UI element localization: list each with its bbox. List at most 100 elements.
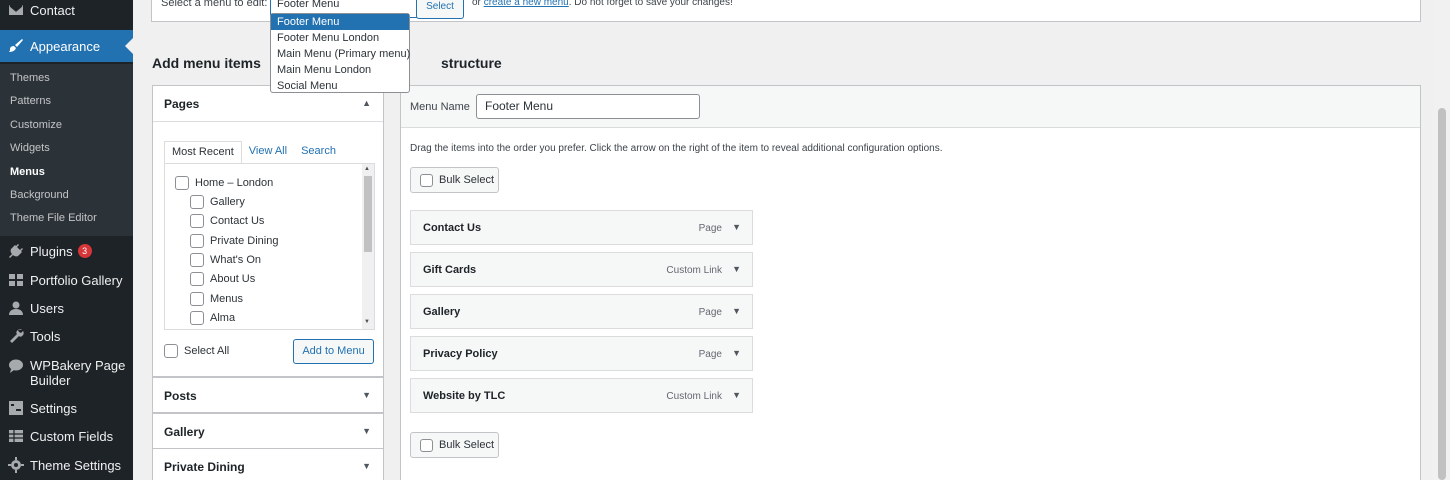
wpbakery-line-1: WPBakery Page [30, 358, 126, 373]
menu-item[interactable]: Gallery Page ▼ [410, 294, 753, 329]
expand-arrow-icon[interactable]: ▼ [732, 264, 741, 274]
wrench-icon [8, 328, 24, 344]
page-label: About Us [210, 273, 256, 285]
checkbox[interactable] [164, 344, 178, 358]
submenu-background[interactable]: Background [10, 189, 69, 201]
accordion-title: Posts [164, 389, 197, 403]
accordion-private-dining[interactable]: Private Dining ▼ [152, 448, 384, 480]
page-item[interactable]: What's On [190, 253, 261, 267]
accordion-posts[interactable]: Posts ▼ [152, 377, 384, 413]
menu-item-type: Custom Link [666, 391, 722, 402]
submenu-themes[interactable]: Themes [10, 72, 50, 84]
expand-arrow-icon[interactable]: ▼ [732, 222, 741, 232]
select-button[interactable]: Select [416, 0, 464, 19]
option-main-menu-london[interactable]: Main Menu London [271, 62, 409, 78]
menu-name-label: Menu Name [410, 101, 470, 113]
sidebar-item-settings[interactable]: Settings [0, 394, 133, 422]
checklist-scrollbar[interactable]: ▲ ▼ [362, 164, 374, 329]
option-main-menu[interactable]: Main Menu (Primary menu) [271, 46, 410, 62]
page-item[interactable]: Gallery [190, 195, 245, 209]
option-social-menu[interactable]: Social Menu [271, 78, 409, 94]
create-menu-text: or create a new menu. Do not forget to s… [472, 0, 733, 8]
pages-checklist: Home – London Gallery Contact Us Private… [164, 163, 375, 330]
checkbox[interactable] [420, 173, 433, 187]
expand-arrow-icon[interactable]: ▼ [732, 306, 741, 316]
menu-item[interactable]: Contact Us Page ▼ [410, 210, 753, 245]
create-new-menu-link[interactable]: create a new menu [484, 0, 569, 8]
menu-name-input[interactable]: Footer Menu [476, 94, 700, 119]
settings-sliders-icon [8, 400, 24, 416]
page-item[interactable]: Contact Us [190, 214, 264, 228]
checkbox[interactable] [190, 234, 204, 248]
menu-select-options: Footer Menu Footer Menu London Main Menu… [270, 13, 410, 93]
tab-most-recent[interactable]: Most Recent [164, 141, 242, 164]
sidebar-item-portfolio-gallery[interactable]: Portfolio Gallery [0, 266, 133, 294]
sidebar-item-theme-settings[interactable]: Theme Settings [0, 451, 133, 479]
checkbox[interactable] [190, 272, 204, 286]
checkbox[interactable] [190, 311, 204, 325]
sidebar-item-users[interactable]: Users [0, 294, 133, 322]
page-scrollbar-thumb[interactable] [1438, 108, 1446, 480]
page-label: Gallery [210, 196, 245, 208]
submenu-customize[interactable]: Customize [10, 119, 62, 131]
current-menu-arrow [125, 38, 133, 54]
bulk-select-top[interactable]: Bulk Select [410, 167, 499, 193]
page-item[interactable]: Home – London [175, 176, 273, 190]
tab-view-all[interactable]: View All [242, 141, 294, 164]
checkbox[interactable] [420, 438, 433, 452]
menu-item[interactable]: Privacy Policy Page ▼ [410, 336, 753, 371]
checkbox[interactable] [190, 214, 204, 228]
submenu-theme-file-editor[interactable]: Theme File Editor [10, 212, 97, 224]
menu-structure-heading: structure [441, 55, 502, 71]
select-all-checkbox[interactable]: Select All [164, 344, 229, 358]
envelope-icon [8, 2, 24, 18]
expand-arrow-icon[interactable]: ▼ [732, 390, 741, 400]
sidebar-item-plugins[interactable]: Plugins 3 [0, 237, 133, 265]
scroll-up-icon[interactable]: ▲ [364, 166, 370, 172]
scrollbar-thumb[interactable] [364, 176, 372, 252]
page-item[interactable]: About Us [190, 272, 255, 286]
expand-arrow-icon: ▼ [362, 461, 371, 471]
page-scrollbar[interactable] [1433, 0, 1450, 480]
scroll-down-icon[interactable]: ▼ [364, 319, 370, 325]
expand-arrow-icon[interactable]: ▼ [732, 348, 741, 358]
tab-search[interactable]: Search [294, 141, 343, 164]
checkbox[interactable] [190, 253, 204, 267]
sidebar-item-wpbakery[interactable]: WPBakery Page Builder [0, 351, 133, 391]
checkbox[interactable] [190, 292, 204, 306]
drag-instructions: Drag the items into the order you prefer… [410, 143, 943, 154]
menu-item[interactable]: Gift Cards Custom Link ▼ [410, 252, 753, 287]
menu-select-value: Footer Menu [277, 0, 340, 10]
accordion-gallery[interactable]: Gallery ▼ [152, 413, 384, 449]
submenu-widgets[interactable]: Widgets [10, 142, 50, 154]
sidebar-item-contact[interactable]: Contact [0, 0, 133, 24]
table-icon [8, 428, 24, 444]
checkbox[interactable] [190, 195, 204, 209]
sidebar-item-appearance[interactable]: Appearance [0, 30, 133, 62]
page-label: Home – London [195, 177, 274, 189]
sidebar-label-wpbakery: WPBakery Page Builder [30, 358, 125, 388]
page-label: Private Dining [210, 235, 279, 247]
plugins-update-badge: 3 [77, 244, 92, 258]
submenu-menus[interactable]: Menus [10, 166, 45, 178]
option-footer-menu-london[interactable]: Footer Menu London [271, 30, 409, 46]
grid-icon [8, 272, 24, 288]
bulk-select-bottom[interactable]: Bulk Select [410, 432, 499, 458]
page-item[interactable]: Menus [190, 292, 243, 306]
page-item[interactable]: Alma [190, 311, 235, 325]
expand-arrow-icon: ▼ [362, 426, 371, 436]
submenu-patterns[interactable]: Patterns [10, 95, 51, 107]
appearance-submenu: Themes Patterns Customize Widgets Menus … [0, 64, 133, 236]
sidebar-item-tools[interactable]: Tools [0, 322, 133, 350]
menu-structure-panel: Menu Name Footer Menu Drag the items int… [400, 85, 1421, 480]
sidebar-label-theme-settings: Theme Settings [30, 457, 122, 473]
sidebar-label-appearance: Appearance [30, 38, 101, 54]
menu-item[interactable]: Website by TLC Custom Link ▼ [410, 378, 753, 413]
bulk-select-label: Bulk Select [439, 439, 495, 451]
page-item[interactable]: Private Dining [190, 234, 278, 248]
add-to-menu-button[interactable]: Add to Menu [293, 339, 374, 364]
menu-item-title: Contact Us [423, 222, 482, 234]
checkbox[interactable] [175, 176, 189, 190]
option-footer-menu[interactable]: Footer Menu [271, 14, 409, 30]
sidebar-item-custom-fields[interactable]: Custom Fields [0, 422, 133, 450]
